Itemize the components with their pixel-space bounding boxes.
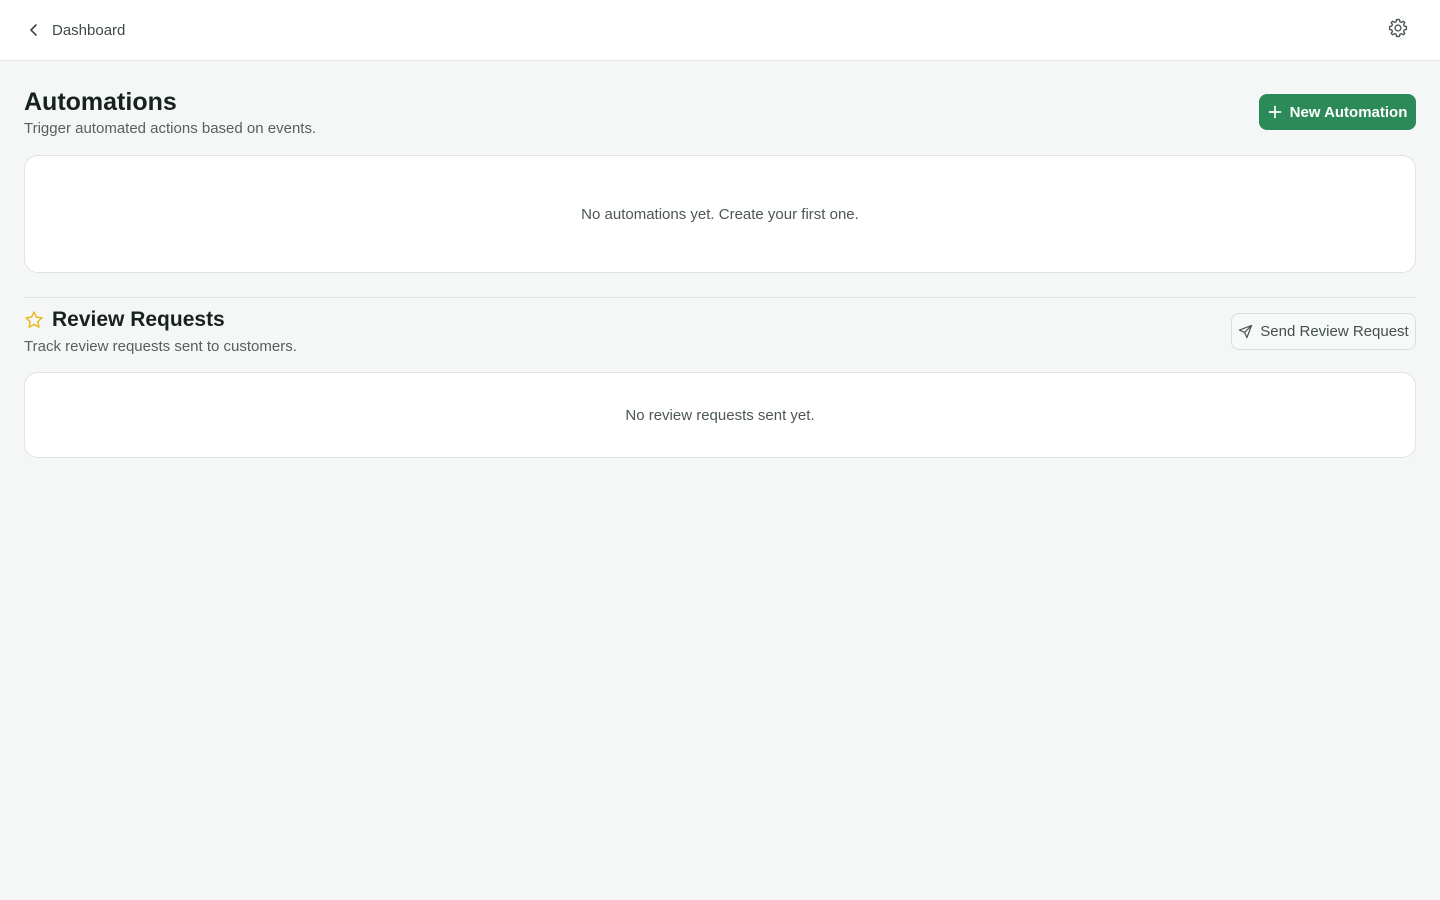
send-icon (1238, 324, 1253, 339)
chevron-left-icon (24, 20, 44, 40)
new-automation-label: New Automation (1289, 103, 1408, 121)
automations-empty-card: No automations yet. Create your first on… (24, 155, 1416, 273)
top-bar: Dashboard (0, 0, 1440, 61)
send-review-request-button[interactable]: Send Review Request (1231, 313, 1416, 350)
send-review-request-label: Send Review Request (1260, 323, 1409, 340)
automations-title: Automations (24, 87, 177, 116)
plus-icon (1268, 105, 1282, 119)
automations-empty-message: No automations yet. Create your first on… (581, 205, 859, 223)
settings-button[interactable] (1384, 16, 1412, 44)
review-requests-empty-message: No review requests sent yet. (625, 406, 815, 424)
back-to-dashboard-link[interactable]: Dashboard (24, 18, 125, 42)
automations-subtitle: Trigger automated actions based on event… (24, 120, 317, 137)
review-requests-subtitle: Track review requests sent to customers. (24, 338, 297, 355)
back-link-label: Dashboard (52, 21, 126, 39)
review-requests-title: Review Requests (24, 307, 225, 333)
new-automation-button[interactable]: New Automation (1259, 94, 1416, 130)
review-requests-title-text: Review Requests (52, 308, 225, 331)
gear-icon (1387, 17, 1409, 44)
section-divider (24, 297, 1416, 298)
review-requests-empty-card: No review requests sent yet. (24, 372, 1416, 458)
star-icon (24, 310, 44, 330)
